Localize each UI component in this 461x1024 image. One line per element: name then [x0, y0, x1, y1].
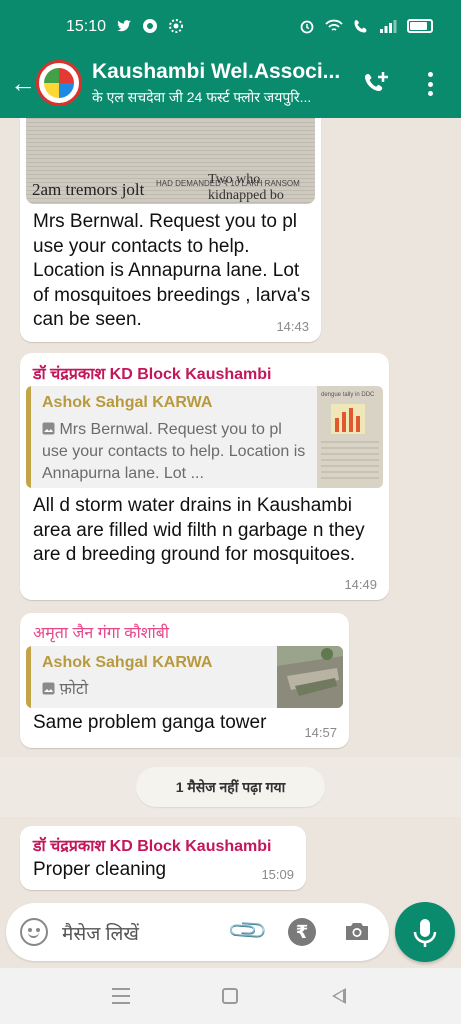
message-text: Same problem ganga tower	[33, 712, 267, 733]
message-input[interactable]: मैसेज लिखें	[62, 920, 139, 946]
photo-icon	[42, 682, 55, 695]
quote-text: Mrs Bernwal. Request you to pl use your …	[42, 421, 306, 482]
wifi-calling-icon	[354, 20, 367, 33]
message-time: 15:09	[261, 867, 294, 882]
sender-name[interactable]: डॉ चंद्रप्रकाश KD Block Kaushambi	[33, 834, 271, 856]
mic-icon	[413, 919, 437, 947]
group-subtitle[interactable]: के एल सचदेवा जी 24 फर्स्ट फ्लोर जयपुरि..…	[92, 88, 354, 107]
quote-text: फ़ोटो	[42, 679, 262, 701]
sender-name[interactable]: डॉ चंद्रप्रकाश KD Block Kaushambi	[33, 362, 271, 384]
chat-header: ← Kaushambi Wel.Associ... के एल सचदेवा ज…	[0, 56, 461, 118]
menu-icon[interactable]	[112, 988, 130, 1004]
settings-icon	[169, 19, 183, 33]
home-icon[interactable]	[222, 988, 238, 1004]
more-options-icon[interactable]	[418, 68, 442, 100]
back-icon[interactable]	[332, 988, 346, 1004]
message-time: 14:43	[276, 319, 309, 334]
message-bubble[interactable]: डॉ चंद्रप्रकाश KD Block Kaushambi Ashok …	[20, 353, 389, 600]
status-time: 15:10	[66, 18, 107, 35]
camera-icon[interactable]	[344, 920, 370, 942]
unread-messages-banner: 1 मैसेज नहीं पढ़ा गया	[136, 767, 325, 807]
group-title[interactable]: Kaushambi Wel.Associ...	[92, 60, 352, 84]
system-nav-bar	[0, 968, 461, 1024]
twitter-icon	[117, 20, 131, 32]
message-bubble[interactable]: अमृता जैन गंगा कौशांबी Ashok Sahgal KARW…	[20, 613, 349, 748]
rupee-icon[interactable]: ₹	[288, 918, 316, 946]
quote-thumbnail: dengue tally in DDC	[317, 386, 383, 488]
message-time: 14:57	[304, 725, 337, 740]
group-avatar[interactable]	[36, 60, 82, 106]
back-arrow-icon[interactable]: ←	[8, 68, 38, 99]
add-call-icon[interactable]	[362, 68, 394, 100]
message-time: 14:49	[344, 577, 377, 592]
mic-button[interactable]	[395, 902, 455, 962]
image-caption: 2am tremors jolt	[32, 180, 145, 199]
message-bubble[interactable]: 2am tremors jolt HAD DEMANDED ₹ 10 LAKH …	[20, 118, 321, 342]
message-image[interactable]: 2am tremors jolt HAD DEMANDED ₹ 10 LAKH …	[26, 118, 315, 204]
message-composer[interactable]: मैसेज लिखें 📎 ₹	[6, 903, 389, 961]
message-text: Proper cleaning	[33, 859, 167, 880]
photo-icon	[42, 422, 55, 435]
sender-name[interactable]: अमृता जैन गंगा कौशांबी	[33, 621, 169, 643]
quoted-message[interactable]: Ashok Sahgal KARWA फ़ोटो	[26, 646, 343, 708]
quote-author: Ashok Sahgal KARWA	[42, 654, 213, 671]
image-headline: Two who kidnapped bo	[208, 172, 284, 203]
chat-area[interactable]: 2am tremors jolt HAD DEMANDED ₹ 10 LAKH …	[0, 118, 461, 900]
status-bar: 15:10	[0, 0, 461, 56]
attach-icon[interactable]: 📎	[225, 908, 269, 952]
quote-thumbnail	[277, 646, 343, 708]
chrome-icon	[143, 19, 157, 33]
emoji-icon[interactable]	[20, 918, 48, 946]
wifi-icon	[325, 19, 343, 31]
message-text: All d storm water drains in Kaushambi ar…	[33, 495, 365, 565]
battery-icon	[407, 19, 433, 33]
quoted-message[interactable]: Ashok Sahgal KARWA Mrs Bernwal. Request …	[26, 386, 383, 488]
signal-icon	[380, 20, 397, 33]
group-logo	[44, 68, 74, 98]
thumb-headline: dengue tally in DDC	[321, 392, 375, 398]
message-bubble[interactable]: डॉ चंद्रप्रकाश KD Block Kaushambi Proper…	[20, 826, 306, 890]
message-text: Mrs Bernwal. Request you to pl use your …	[33, 211, 311, 330]
alarm-icon	[300, 20, 314, 34]
quote-author: Ashok Sahgal KARWA	[42, 394, 213, 411]
